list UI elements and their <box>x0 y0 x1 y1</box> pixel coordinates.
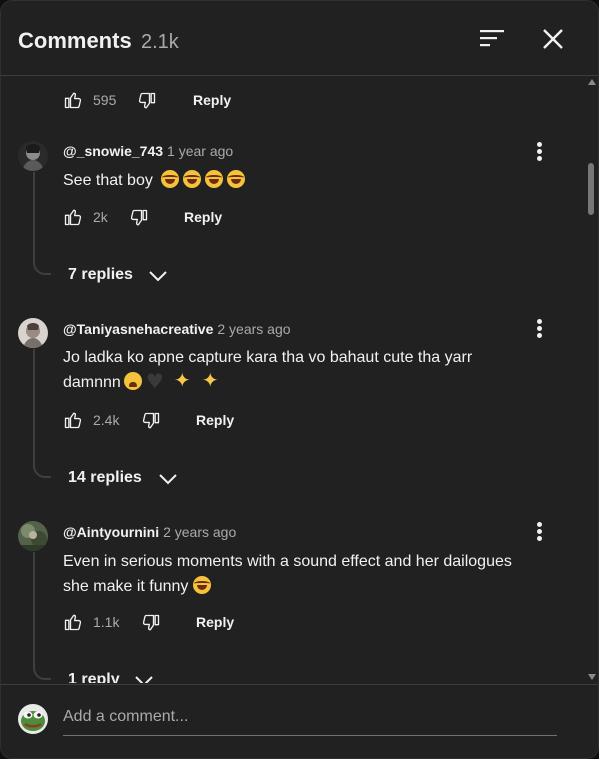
chevron-down-icon <box>149 271 167 282</box>
avatar[interactable] <box>18 521 48 551</box>
chevron-down-icon <box>135 676 153 683</box>
comment-actions <box>63 184 363 208</box>
comment-time[interactable]: 2 years ago <box>163 524 236 540</box>
scrollbar[interactable] <box>585 77 598 683</box>
comments-count: 2.1k <box>141 31 179 53</box>
dislike-icon[interactable] <box>141 613 161 633</box>
scroll-up-arrow-icon[interactable] <box>588 79 596 85</box>
black-heart-emoji <box>146 369 164 394</box>
sort-icon <box>480 30 504 47</box>
comment-text: Even in serious moments with a sound eff… <box>63 549 563 599</box>
comment-actions: 2.4k Reply <box>63 410 363 434</box>
comments-list[interactable]: 595 Reply @_snowie_743 1 year ago See tha… <box>1 77 585 683</box>
close-button[interactable] <box>537 25 569 55</box>
comment-text-body: she make it funny <box>63 578 189 595</box>
like-count: 1.1k <box>93 614 120 630</box>
comment-meta: @_snowie_743 1 year ago <box>63 143 233 159</box>
comment-text-line: Jo ladka ko apne capture kara tha vo bah… <box>63 349 473 366</box>
replies-count-label: 1 reply <box>68 671 120 683</box>
comment-actions: 1.1k Reply <box>63 612 363 636</box>
more-options-button[interactable] <box>531 316 549 342</box>
replies-toggle-button[interactable]: 1 reply <box>68 671 153 683</box>
comments-title: Comments <box>18 28 132 53</box>
author-name[interactable]: @_snowie_743 <box>63 143 163 159</box>
laughing-face-emoji <box>193 576 212 594</box>
reply-button[interactable]: Reply <box>184 209 222 225</box>
close-icon <box>543 29 563 49</box>
like-count: 2.4k <box>93 412 120 428</box>
replies-count-label: 7 replies <box>68 266 133 283</box>
comment-text: Jo ladka ko apne capture kara tha vo bah… <box>63 345 563 395</box>
more-dot-icon <box>537 319 542 324</box>
comment-composer: Add a comment... <box>1 684 598 758</box>
more-dot-icon <box>537 536 542 541</box>
comment-text-line: Even in serious moments with a sound eff… <box>63 553 512 570</box>
comment-text-line-2: she make it funny <box>63 574 563 599</box>
like-count: 595 <box>93 92 117 108</box>
like-icon[interactable] <box>63 207 83 227</box>
author-name[interactable]: @Taniyasnehacreative <box>63 321 213 337</box>
like-icon[interactable] <box>63 90 83 110</box>
comment-actions: 595 Reply <box>63 90 363 114</box>
reply-button[interactable]: Reply <box>193 92 231 108</box>
replies-toggle-button[interactable]: 14 replies <box>68 469 177 493</box>
user-avatar <box>18 704 48 734</box>
avatar[interactable] <box>18 141 48 171</box>
more-dot-icon <box>537 149 542 154</box>
like-icon[interactable] <box>63 410 83 430</box>
avatar[interactable] <box>18 318 48 348</box>
scroll-down-arrow-icon[interactable] <box>588 674 596 680</box>
comment-item: 595 Reply <box>1 77 585 117</box>
reply-button[interactable]: Reply <box>196 614 234 630</box>
comments-header: Comments 2.1k <box>1 1 598 76</box>
more-dot-icon <box>537 142 542 147</box>
more-options-button[interactable] <box>531 139 549 165</box>
comment-meta: @Taniyasnehacreative 2 years ago <box>63 321 291 337</box>
author-name[interactable]: @Aintyournini <box>63 524 159 540</box>
tired-face-emoji <box>123 372 142 390</box>
dislike-icon[interactable] <box>141 411 161 431</box>
dislike-icon[interactable] <box>137 91 157 111</box>
more-dot-icon <box>537 333 542 338</box>
sparkles-emoji <box>174 368 192 393</box>
comment-item: @Aintyournini 2 years ago Even in serious… <box>1 520 585 670</box>
dislike-icon[interactable] <box>129 208 149 228</box>
comment-time[interactable]: 2 years ago <box>217 321 290 337</box>
add-comment-input[interactable]: Add a comment... <box>63 706 557 736</box>
replies-toggle-button[interactable]: 7 replies <box>68 266 167 290</box>
like-icon[interactable] <box>63 612 83 632</box>
comment-time[interactable]: 1 year ago <box>167 143 233 159</box>
sparkles-emoji <box>202 368 220 393</box>
more-dot-icon <box>537 326 542 331</box>
sort-button[interactable] <box>475 25 509 55</box>
replies-count-label: 14 replies <box>68 469 142 486</box>
chevron-down-icon <box>159 474 177 485</box>
comments-panel: Comments 2.1k 595 Reply @_snowie_743 1 y… <box>0 0 599 759</box>
comment-meta: @Aintyournini 2 years ago <box>63 524 236 540</box>
scrollbar-thumb[interactable] <box>588 163 594 215</box>
reply-button[interactable]: Reply <box>196 412 234 428</box>
comment-text-line-2: damnnn <box>63 368 563 395</box>
more-dot-icon <box>537 529 542 534</box>
comment-actions: 2k Reply <box>63 207 363 231</box>
more-dot-icon <box>537 522 542 527</box>
comment-text-body: damnnn <box>63 374 121 391</box>
comment-item: @Taniyasnehacreative 2 years ago Jo ladka… <box>1 317 585 467</box>
more-dot-icon <box>537 156 542 161</box>
more-options-button[interactable] <box>531 519 549 545</box>
like-count: 2k <box>93 209 108 225</box>
